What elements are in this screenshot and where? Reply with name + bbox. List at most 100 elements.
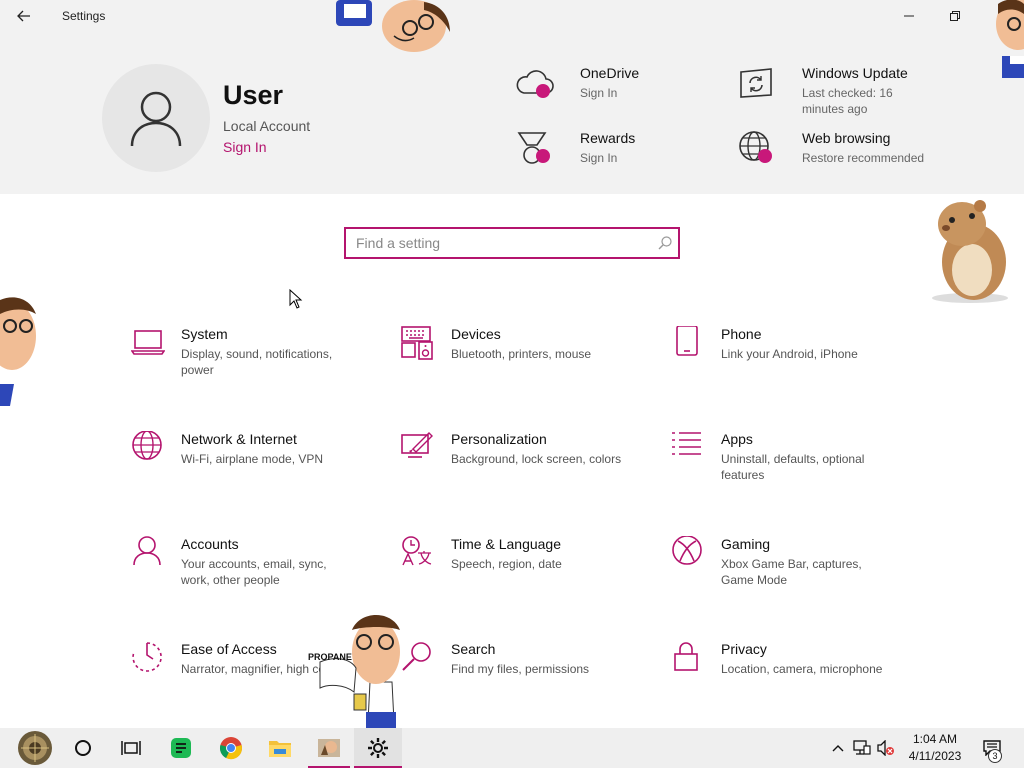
volume-tray-button[interactable] <box>876 738 896 758</box>
person-icon <box>133 536 161 566</box>
service-subtitle: Sign In <box>580 151 618 165</box>
cortana-button[interactable] <box>60 728 106 768</box>
start-button[interactable] <box>10 728 60 768</box>
avatar[interactable] <box>102 64 210 172</box>
medal-icon <box>517 132 547 164</box>
search-icon <box>658 236 672 250</box>
tile-title: Network & Internet <box>181 431 297 447</box>
refresh-icon <box>740 68 772 98</box>
hamster-sticker <box>932 200 1008 303</box>
account-header: User Local Account Sign In OneDrive Sign… <box>0 32 1024 194</box>
cartoon-figure <box>319 615 400 728</box>
tile-title: Apps <box>721 431 753 447</box>
taskbar-app-bonzi[interactable] <box>308 728 350 768</box>
tile-description: Your accounts, email, sync, work, other … <box>181 557 327 587</box>
chrome-icon <box>220 737 242 760</box>
taskbar-app-settings[interactable] <box>354 728 402 768</box>
service-title: OneDrive <box>580 65 640 81</box>
tile-description: Background, lock screen, colors <box>451 452 622 466</box>
propane-label: PROPANE <box>308 652 352 662</box>
tile-title: Ease of Access <box>181 641 277 657</box>
cortana-circle-icon <box>75 740 91 756</box>
start-logo-icon <box>18 731 52 765</box>
globe-icon <box>132 431 162 460</box>
sign-in-link[interactable]: Sign In <box>223 139 267 155</box>
status-dot <box>758 149 772 163</box>
lock-icon <box>674 642 698 671</box>
service-title: Rewards <box>580 130 636 146</box>
tile-title: Gaming <box>721 536 771 552</box>
tile-description: Find my files, permissions <box>451 662 590 676</box>
taskbar-app-notes[interactable] <box>158 728 204 768</box>
tile-title: Search <box>451 641 496 657</box>
tile-gaming[interactable]: Gaming Xbox Game Bar, captures, Game Mod… <box>671 536 911 626</box>
tile-personalization[interactable]: Personalization Background, lock screen,… <box>401 431 641 521</box>
tile-description: Wi-Fi, airplane mode, VPN <box>181 452 324 466</box>
service-windows-update[interactable]: Windows Update Last checked: 16 minutes … <box>738 65 958 116</box>
language-icon <box>402 536 432 566</box>
service-web-browsing[interactable]: Web browsing Restore recommended <box>738 130 958 180</box>
tile-description: Uninstall, defaults, optional features <box>721 452 865 482</box>
search-input[interactable] <box>356 234 646 252</box>
tile-description: Bluetooth, printers, mouse <box>451 347 592 361</box>
tile-devices[interactable]: Devices Bluetooth, printers, mouse <box>401 326 641 416</box>
back-button[interactable] <box>8 4 40 28</box>
cartoon-sticker-top <box>336 0 450 52</box>
tile-title: Phone <box>721 326 762 342</box>
list-icon <box>672 432 701 455</box>
task-view-icon <box>121 741 141 755</box>
service-subtitle: Restore recommended <box>802 151 925 165</box>
user-name: User <box>223 80 284 110</box>
tile-phone[interactable]: Phone Link your Android, iPhone <box>671 326 911 416</box>
minimize-icon <box>904 15 914 17</box>
tile-privacy[interactable]: Privacy Location, camera, microphone <box>671 641 911 731</box>
account-type: Local Account <box>223 118 311 134</box>
cartoon-sticker-left <box>0 297 36 408</box>
network-icon <box>853 740 871 755</box>
service-onedrive[interactable]: OneDrive Sign In <box>516 65 736 115</box>
search-icon <box>402 642 431 671</box>
restore-button[interactable] <box>932 0 978 32</box>
tile-title: Devices <box>451 326 501 342</box>
notification-count-badge: 3 <box>988 749 1002 763</box>
paint-icon <box>401 432 433 458</box>
chevron-up-icon <box>832 745 844 752</box>
task-view-button[interactable] <box>108 728 154 768</box>
tile-title: Accounts <box>181 536 239 552</box>
green-notes-icon <box>171 738 191 758</box>
minimize-button[interactable] <box>886 0 932 32</box>
tile-title: Privacy <box>721 641 767 657</box>
clock-date: 4/11/2023 <box>908 749 962 763</box>
user-icon <box>130 91 182 147</box>
gear-icon <box>368 738 388 758</box>
back-arrow-icon <box>17 10 30 22</box>
timer-icon <box>132 642 162 672</box>
service-title: Windows Update <box>802 65 908 81</box>
tile-title: Time & Language <box>451 536 561 552</box>
title-bar: Settings <box>0 0 1024 32</box>
show-hidden-icons-button[interactable] <box>828 738 848 758</box>
cartoon-app-icon <box>318 739 340 757</box>
network-tray-button[interactable] <box>852 738 872 758</box>
tile-title: System <box>181 326 228 342</box>
settings-search[interactable] <box>344 227 680 259</box>
globe-icon <box>739 131 769 161</box>
taskbar-app-file-explorer[interactable] <box>257 728 303 768</box>
tile-network-internet[interactable]: Network & Internet Wi-Fi, airplane mode,… <box>131 431 371 521</box>
tile-search[interactable]: Search Find my files, permissions <box>401 641 641 731</box>
tile-description: Location, camera, microphone <box>721 662 883 676</box>
clock-time: 1:04 AM <box>912 732 958 746</box>
tile-description: Xbox Game Bar, captures, Game Mode <box>721 557 862 587</box>
service-subtitle: Last checked: 16 minutes ago <box>802 86 893 116</box>
service-rewards[interactable]: Rewards Sign In <box>516 130 736 180</box>
volume-muted-icon <box>877 740 894 756</box>
tile-time-language[interactable]: Time & Language Speech, region, date <box>401 536 641 626</box>
phone-icon <box>676 326 698 356</box>
clock[interactable]: 1:04 AM 4/11/2023 <box>898 731 972 765</box>
cartoon-sticker-corner <box>996 0 1024 78</box>
keyboard-speaker-icon <box>401 326 433 360</box>
tile-system[interactable]: System Display, sound, notifications, po… <box>131 326 371 416</box>
taskbar-app-chrome[interactable] <box>208 728 254 768</box>
status-dot <box>536 84 550 98</box>
tile-apps[interactable]: Apps Uninstall, defaults, optional featu… <box>671 431 911 521</box>
